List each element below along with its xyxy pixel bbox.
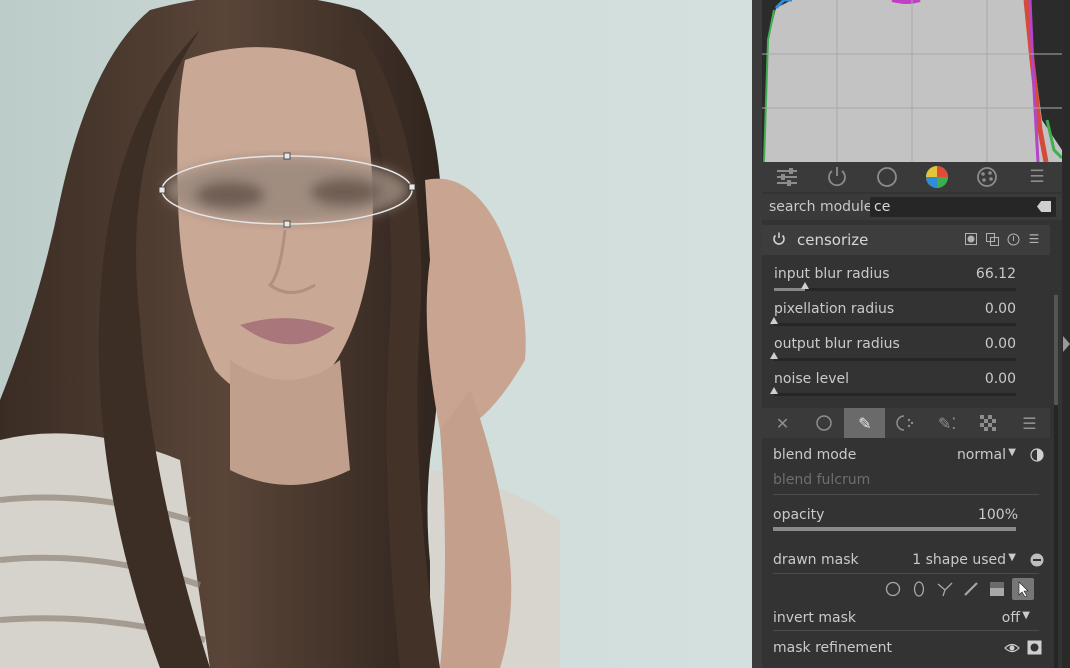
dropdown-arrow-icon[interactable]: ▼	[1008, 552, 1016, 563]
opacity-row[interactable]: opacity 100%	[762, 503, 1050, 529]
mask-indicator-icon[interactable]	[963, 231, 979, 247]
path-shape-icon[interactable]	[934, 578, 956, 600]
gradient-shape-icon[interactable]	[986, 578, 1008, 600]
contrast-icon[interactable]	[1030, 448, 1044, 462]
drawn-mask-row[interactable]: drawn mask 1 shape used ▼	[762, 548, 1050, 574]
blend-fulcrum-row[interactable]: blend fulcrum	[762, 468, 1050, 494]
slider-label: pixellation radius	[774, 301, 895, 317]
collapse-panel-arrow-icon[interactable]	[1063, 336, 1070, 352]
module-title: censorize	[797, 231, 869, 249]
ellipse-shape-icon[interactable]	[908, 578, 930, 600]
separator	[773, 630, 1039, 631]
slider-label: input blur radius	[774, 266, 890, 282]
slider-track[interactable]	[770, 387, 1016, 396]
sliders-icon[interactable]	[774, 164, 800, 190]
tab-parametric-mask-icon[interactable]	[885, 408, 926, 438]
panel-divider	[752, 0, 762, 668]
mask-display-icon[interactable]	[1030, 553, 1044, 567]
brush-shape-icon[interactable]	[960, 578, 982, 600]
blend-mode-tabs: ✕ ✎ ✎⁚ ☰	[762, 408, 1050, 438]
tab-raster-mask-icon[interactable]	[968, 408, 1009, 438]
pixellation-radius-slider[interactable]: pixellation radius 0.00	[762, 297, 1050, 331]
censorize-module-header[interactable]: censorize ☰	[762, 225, 1050, 255]
eye-icon[interactable]	[1004, 641, 1020, 655]
drawn-mask-label: drawn mask	[773, 552, 859, 568]
palette-icon[interactable]	[974, 164, 1000, 190]
separator	[773, 573, 1039, 574]
clear-search-icon[interactable]	[1037, 201, 1051, 212]
opacity-value: 100%	[977, 507, 1018, 523]
slider-track[interactable]	[774, 282, 1016, 291]
invert-mask-row[interactable]: invert mask off ▼	[762, 606, 1050, 632]
blend-menu-icon[interactable]: ☰	[1009, 408, 1050, 438]
search-module-value: ce	[874, 199, 891, 215]
slider-value: 0.00	[984, 371, 1016, 387]
dropdown-arrow-icon[interactable]: ▼	[1022, 610, 1030, 621]
search-module-label: search module	[769, 199, 873, 215]
mask-toggle-icon[interactable]	[1027, 640, 1042, 655]
tab-off-icon[interactable]: ✕	[762, 408, 803, 438]
circle-shape-icon[interactable]	[882, 578, 904, 600]
slider-marker[interactable]	[770, 387, 778, 394]
module-group-toolbar: ☰	[762, 162, 1062, 192]
mask-refinement-row[interactable]: mask refinement	[762, 636, 1050, 662]
tab-drawn-mask-icon[interactable]: ✎	[844, 408, 886, 438]
right-border-strip	[1062, 0, 1070, 668]
scrollbar-thumb[interactable]	[1054, 295, 1058, 405]
invert-mask-value[interactable]: off	[1002, 610, 1020, 626]
search-module-row: search module ce	[762, 194, 1062, 220]
search-module-input[interactable]: ce	[870, 197, 1056, 217]
edit-shapes-icon[interactable]	[1012, 578, 1034, 600]
slider-marker[interactable]	[770, 317, 778, 324]
circle-icon[interactable]	[874, 164, 900, 190]
image-canvas[interactable]	[0, 0, 752, 668]
mask-shape-tools	[882, 578, 1034, 600]
invert-mask-label: invert mask	[773, 610, 856, 626]
ellipse-mask-shape[interactable]	[0, 0, 752, 668]
slider-marker[interactable]	[770, 352, 778, 359]
color-wheel-icon[interactable]	[924, 164, 950, 190]
slider-value: 0.00	[984, 301, 1016, 317]
input-blur-radius-slider[interactable]: input blur radius 66.12	[762, 262, 1050, 296]
slider-value: 66.12	[975, 266, 1016, 282]
blend-mode-row[interactable]: blend mode normal ▼	[762, 443, 1050, 469]
opacity-label: opacity	[773, 507, 825, 523]
output-blur-radius-slider[interactable]: output blur radius 0.00	[762, 332, 1050, 366]
mask-handle-bottom[interactable]	[283, 220, 291, 228]
blend-fulcrum-label: blend fulcrum	[773, 472, 871, 488]
power-icon[interactable]	[824, 164, 850, 190]
tab-uniformly-icon[interactable]	[803, 408, 844, 438]
slider-track[interactable]	[770, 352, 1016, 361]
slider-label: noise level	[774, 371, 849, 387]
mask-handle-left[interactable]	[158, 186, 166, 194]
module-power-icon[interactable]	[772, 232, 786, 246]
mask-handle-right[interactable]	[408, 183, 416, 191]
slider-label: output blur radius	[774, 336, 900, 352]
right-panel: ☰ search module ce censorize ☰ input blu…	[762, 0, 1070, 668]
histogram[interactable]	[762, 0, 1064, 163]
opacity-track[interactable]	[773, 527, 1016, 531]
drawn-mask-value[interactable]: 1 shape used	[912, 552, 1006, 568]
tab-drawn-parametric-icon[interactable]: ✎⁚	[927, 408, 968, 438]
slider-marker[interactable]	[801, 282, 810, 289]
blend-mode-label: blend mode	[773, 447, 857, 463]
reset-icon[interactable]	[1005, 231, 1021, 247]
blend-fulcrum-track[interactable]	[773, 494, 1039, 495]
dropdown-arrow-icon[interactable]: ▼	[1008, 447, 1016, 458]
noise-level-slider[interactable]: noise level 0.00	[762, 367, 1050, 401]
presets-menu-icon[interactable]: ☰	[1026, 231, 1042, 247]
multi-instance-icon[interactable]	[984, 231, 1000, 247]
mask-handle-top[interactable]	[283, 152, 291, 160]
opacity-fill	[773, 527, 1016, 531]
slider-value: 0.00	[984, 336, 1016, 352]
slider-track[interactable]	[770, 317, 1016, 326]
mask-refinement-label: mask refinement	[773, 640, 893, 656]
blend-mode-value[interactable]: normal	[957, 447, 1006, 463]
menu-icon[interactable]: ☰	[1024, 164, 1050, 190]
